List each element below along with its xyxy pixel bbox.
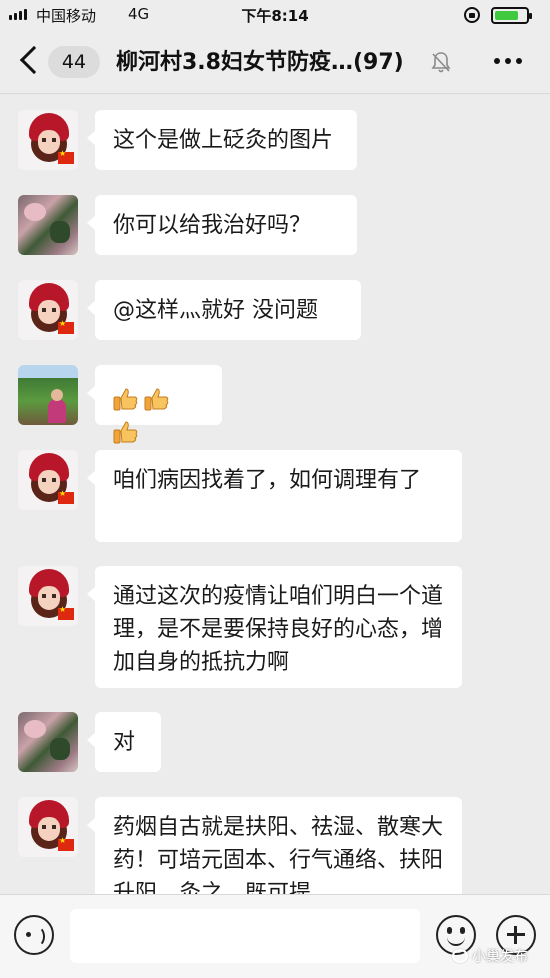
- message-text: 对: [113, 730, 136, 755]
- thumbs-up-icon: [113, 388, 138, 411]
- message-text: 药烟自古就是扶阳、祛湿、散寒大药！可培元固本、行气通络、扶阳升阳、灸之，既可提: [113, 815, 444, 894]
- message-input[interactable]: [70, 909, 420, 963]
- avatar[interactable]: [18, 450, 78, 510]
- chat-header: 44 柳河村3.8妇女节防疫…(97): [0, 30, 550, 94]
- unread-count-badge: 44: [48, 46, 100, 78]
- avatar[interactable]: [18, 365, 78, 425]
- back-button[interactable]: 44: [14, 42, 102, 82]
- watermark-text: 小巢发布: [472, 949, 528, 965]
- message-bubble[interactable]: 通过这次的疫情让咱们明白一个道理，是不是要保持良好的心态，增加自身的抵抗力啊: [87, 566, 462, 688]
- chat-title: 柳河村3.8妇女节防疫…(97): [116, 44, 404, 76]
- mute-bell-icon: [431, 52, 451, 73]
- message-text: 咱们病因找着了，如何调理有了: [113, 468, 422, 493]
- voice-icon[interactable]: [14, 915, 54, 955]
- battery-level: [495, 11, 518, 20]
- more-dots-icon: [494, 58, 500, 64]
- message-bubble[interactable]: [87, 365, 222, 444]
- wechat-logo-icon: [452, 949, 468, 963]
- message-bubble[interactable]: 对: [87, 712, 161, 772]
- avatar[interactable]: [18, 566, 78, 626]
- message-bubble[interactable]: @这样灬就好 没问题: [87, 280, 361, 340]
- avatar[interactable]: [18, 110, 78, 170]
- chevron-left-icon: [19, 45, 49, 75]
- orientation-lock-icon: [464, 7, 480, 23]
- watermark: 小巢发布: [452, 946, 528, 966]
- message-text: @这样灬就好 没问题: [113, 298, 318, 323]
- avatar[interactable]: [18, 280, 78, 340]
- thumbs-up-icon: [144, 388, 169, 411]
- avatar[interactable]: [18, 195, 78, 255]
- message-text: 通过这次的疫情让咱们明白一个道理，是不是要保持良好的心态，增加自身的抵抗力啊: [113, 584, 444, 675]
- status-bar: 中国移动 4G 下午8:14: [0, 0, 550, 30]
- battery-icon: [491, 7, 532, 24]
- message-text: 你可以给我治好吗？: [113, 213, 312, 238]
- message-text: 这个是做上砭灸的图片: [113, 128, 334, 153]
- message-bubble[interactable]: 药烟自古就是扶阳、祛湿、散寒大药！可培元固本、行气通络、扶阳升阳、灸之，既可提: [87, 797, 462, 894]
- thumbs-up-icon: [113, 421, 138, 444]
- message-bubble[interactable]: 这个是做上砭灸的图片: [87, 110, 357, 170]
- group-name: 柳河村3.8妇女节防疫…: [116, 50, 353, 75]
- message-bubble[interactable]: 你可以给我治好吗？: [87, 195, 357, 255]
- avatar[interactable]: [18, 712, 78, 772]
- member-count: (97): [352, 50, 404, 75]
- more-options-button[interactable]: [494, 58, 522, 64]
- message-bubble[interactable]: 咱们病因找着了，如何调理有了: [87, 450, 462, 542]
- message-list[interactable]: 这个是做上砭灸的图片 你可以给我治好吗？ @这样灬就好 没问题: [0, 94, 550, 894]
- avatar[interactable]: [18, 797, 78, 857]
